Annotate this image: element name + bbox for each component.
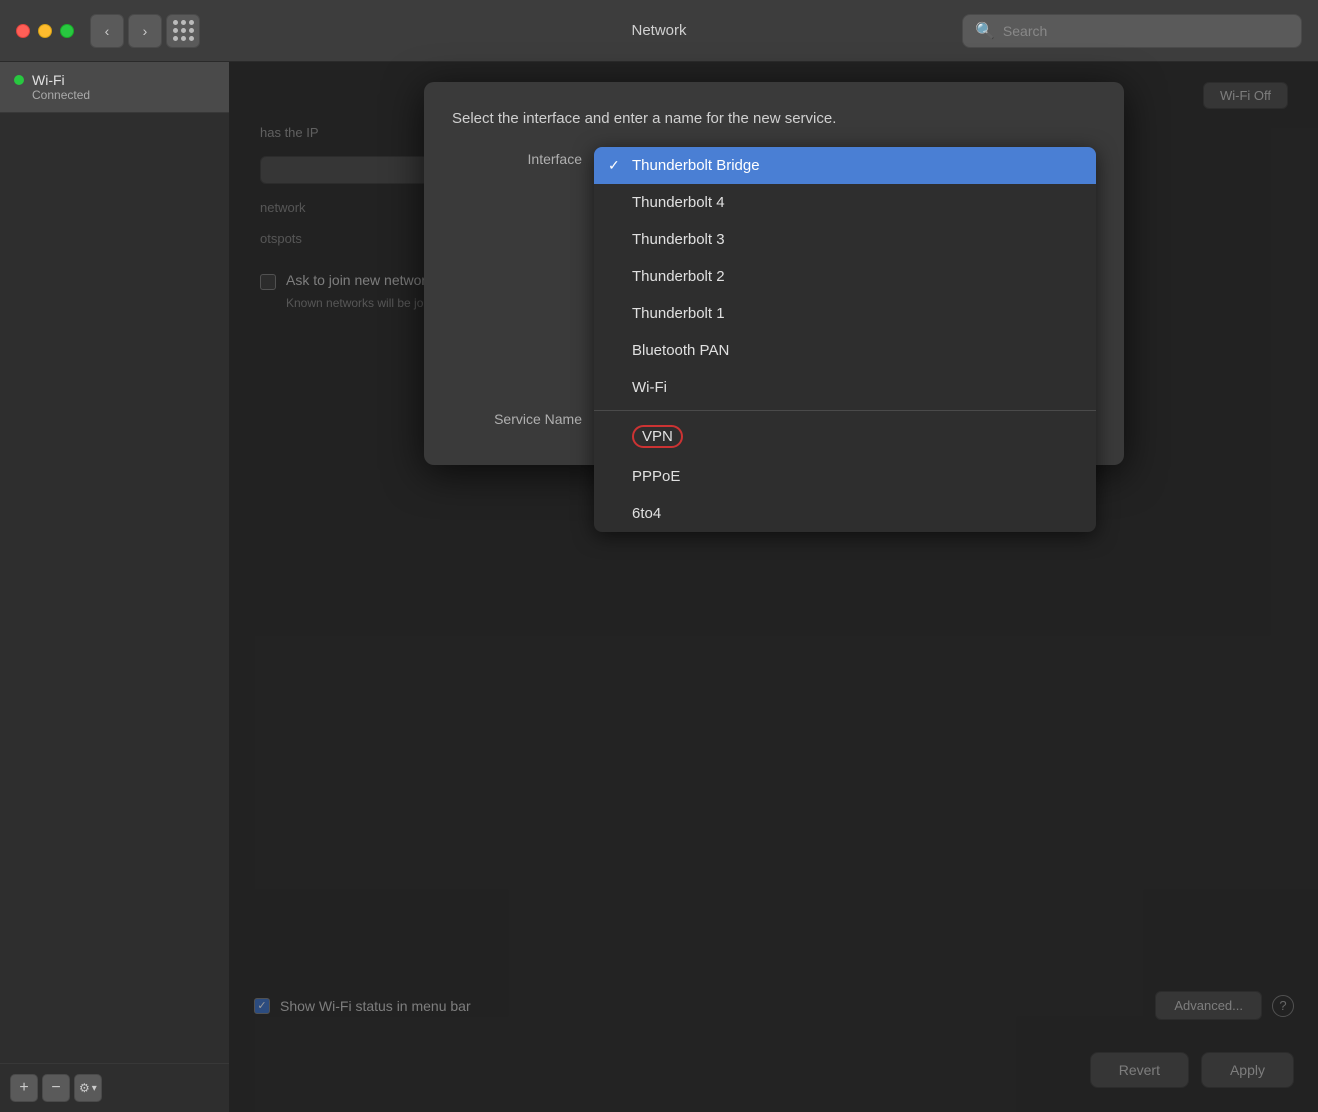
add-button[interactable]: +: [10, 1074, 38, 1102]
search-bar[interactable]: 🔍: [962, 14, 1302, 48]
main-content: Wi-Fi Connected + − ⚙ ▾ Select the inter…: [0, 62, 1318, 1112]
sidebar-bottom: + − ⚙ ▾: [0, 1063, 229, 1112]
interface-label: Interface: [452, 147, 582, 167]
dropdown-item-vpn[interactable]: VPN: [594, 415, 1096, 458]
interface-row: Interface Thunderbolt Bridge Thunderbolt…: [452, 147, 1096, 167]
vpn-label: VPN: [632, 425, 683, 448]
forward-button[interactable]: ›: [128, 14, 162, 48]
connected-dot: [14, 75, 24, 85]
dropdown-item-bluetooth-pan[interactable]: Bluetooth PAN: [594, 332, 1096, 369]
dialog-title: Select the interface and enter a name fo…: [452, 110, 1096, 127]
sidebar-item-name: Wi-Fi: [32, 72, 65, 88]
grid-icon: [173, 20, 194, 41]
dropdown-item-wifi[interactable]: Wi-Fi: [594, 369, 1096, 406]
maximize-button[interactable]: [60, 24, 74, 38]
minimize-button[interactable]: [38, 24, 52, 38]
window-title: Network: [631, 22, 686, 39]
dropdown-item-thunderbolt3[interactable]: Thunderbolt 3: [594, 221, 1096, 258]
traffic-lights: [16, 24, 74, 38]
search-icon: 🔍: [975, 21, 995, 41]
remove-button[interactable]: −: [42, 1074, 70, 1102]
title-bar: ‹ › Network 🔍: [0, 0, 1318, 62]
dropdown-divider: [594, 410, 1096, 411]
gear-chevron: ▾: [92, 1083, 97, 1094]
dropdown-item-pppoe[interactable]: PPPoE: [594, 458, 1096, 495]
new-service-dialog: Select the interface and enter a name fo…: [424, 82, 1124, 465]
gear-button[interactable]: ⚙ ▾: [74, 1074, 102, 1102]
close-button[interactable]: [16, 24, 30, 38]
sidebar-item-top: Wi-Fi: [14, 72, 215, 88]
gear-icon: ⚙: [79, 1081, 90, 1095]
sidebar-item-wifi[interactable]: Wi-Fi Connected: [0, 62, 229, 113]
interface-dropdown-menu[interactable]: Thunderbolt Bridge Thunderbolt 4 Thunder…: [594, 147, 1096, 532]
search-input[interactable]: [1003, 23, 1289, 39]
back-button[interactable]: ‹: [90, 14, 124, 48]
dialog-overlay: Select the interface and enter a name fo…: [230, 62, 1318, 1112]
right-panel: Select the interface and enter a name fo…: [230, 62, 1318, 1112]
dropdown-item-thunderbolt4[interactable]: Thunderbolt 4: [594, 184, 1096, 221]
sidebar: Wi-Fi Connected + − ⚙ ▾: [0, 62, 230, 1112]
dropdown-item-6to4[interactable]: 6to4: [594, 495, 1096, 532]
nav-buttons: ‹ ›: [90, 14, 162, 48]
grid-button[interactable]: [166, 14, 200, 48]
service-name-label: Service Name: [452, 407, 582, 427]
dropdown-item-thunderbolt1[interactable]: Thunderbolt 1: [594, 295, 1096, 332]
sidebar-item-status: Connected: [32, 88, 215, 102]
dropdown-item-thunderbolt-bridge[interactable]: Thunderbolt Bridge: [594, 147, 1096, 184]
dropdown-item-thunderbolt2[interactable]: Thunderbolt 2: [594, 258, 1096, 295]
